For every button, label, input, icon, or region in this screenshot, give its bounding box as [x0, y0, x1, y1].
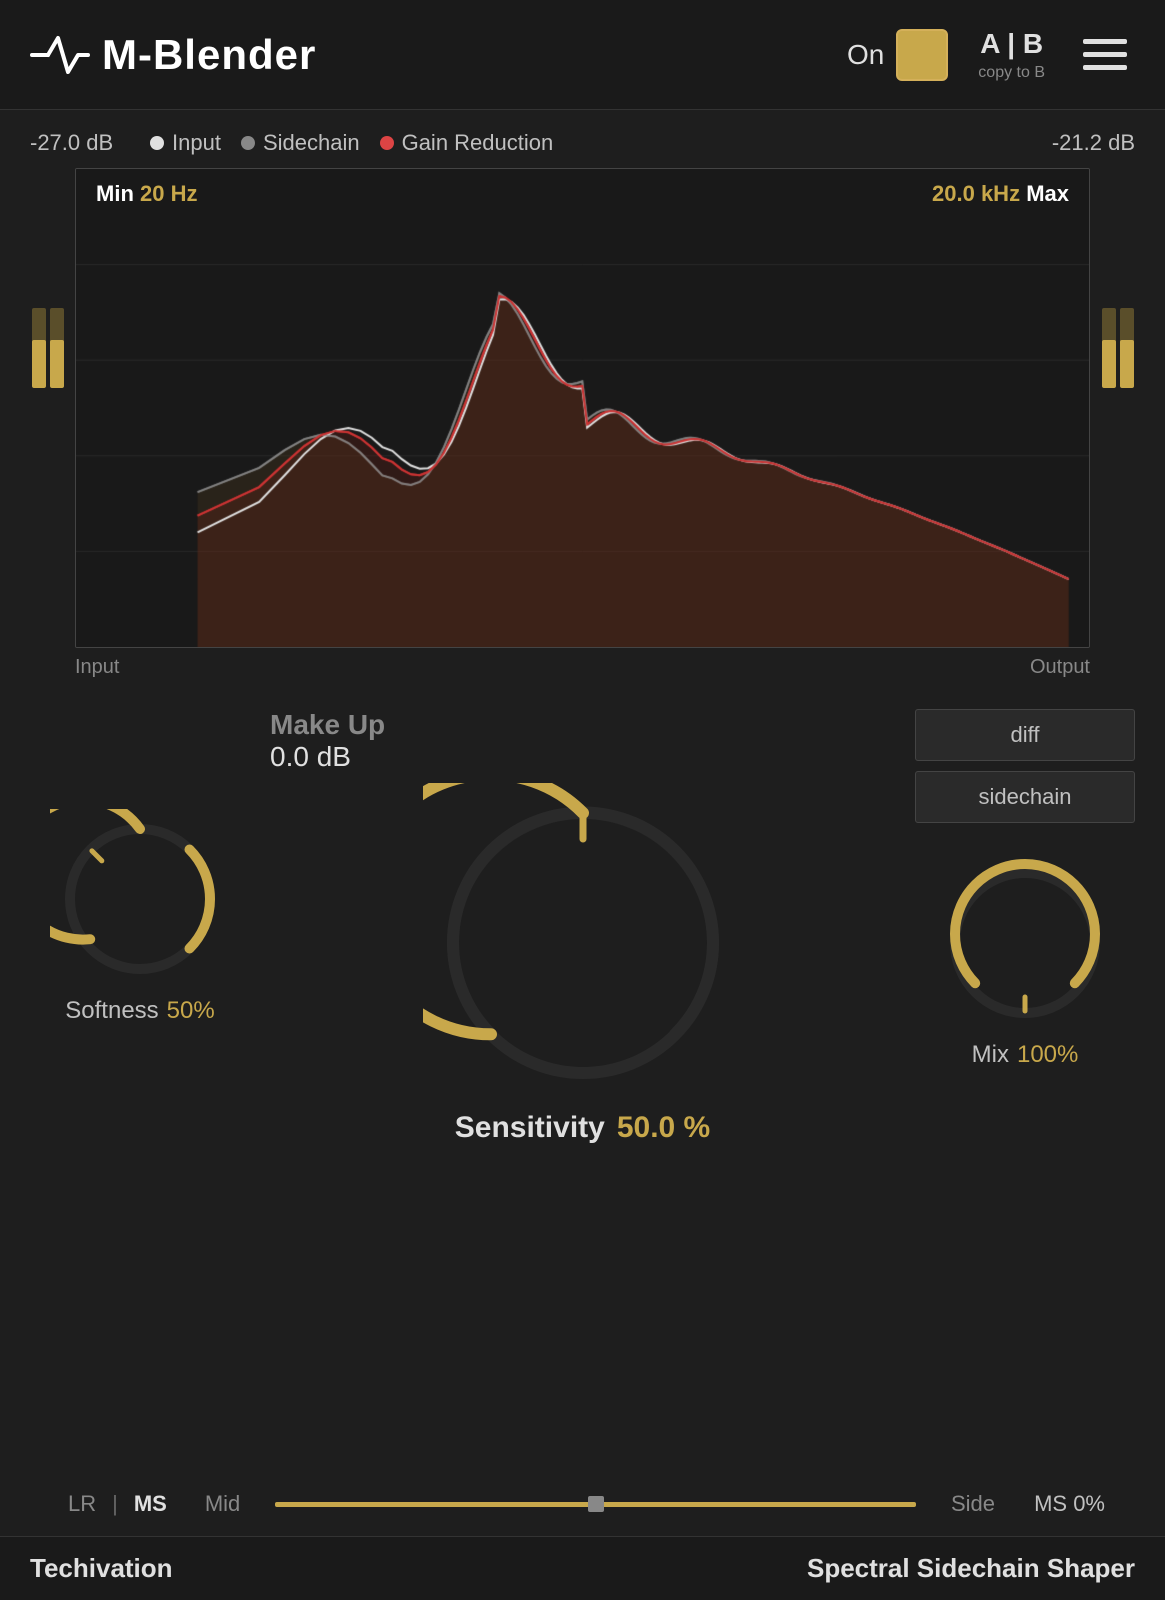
header: M-Blender On A | B copy to B [0, 0, 1165, 110]
ms-slider-thumb[interactable] [588, 1496, 604, 1512]
mid-label: Mid [205, 1491, 240, 1517]
gain-reduction-dot [380, 136, 394, 150]
vu-bar-r2 [1120, 308, 1134, 388]
input-vu-meter [30, 168, 65, 648]
sensitivity-label-row: Sensitivity 50.0 % [455, 1111, 710, 1145]
sidechain-label: Sidechain [263, 130, 360, 156]
ms-value: MS 0% [1025, 1491, 1105, 1517]
sensitivity-knob-container: Sensitivity 50.0 % [423, 783, 743, 1145]
app-title: M-Blender [102, 31, 316, 79]
gain-reduction-label: Gain Reduction [402, 130, 554, 156]
vu-pair-left [32, 308, 64, 508]
input-dot [150, 136, 164, 150]
softness-value: 50% [167, 997, 215, 1025]
plugin-container: M-Blender On A | B copy to B -27.0 dB [0, 0, 1165, 1600]
freq-max-val: 20.0 kHz [932, 181, 1020, 206]
footer: Techivation Spectral Sidechain Shaper [0, 1536, 1165, 1600]
diff-button[interactable]: diff [915, 709, 1135, 761]
input-label: Input [172, 130, 221, 156]
softness-knob-container: Softness 50% [50, 809, 230, 1025]
logo-icon [30, 30, 90, 80]
ab-section[interactable]: A | B copy to B [978, 28, 1045, 82]
footer-product: Spectral Sidechain Shaper [807, 1553, 1135, 1584]
freq-min-label: Min [96, 181, 134, 206]
header-logo: M-Blender [30, 30, 847, 80]
makeup-value: 0.0 dB [270, 741, 385, 773]
bottom-bar: LR | MS Mid Side MS 0% [30, 1472, 1135, 1536]
lr-ms-toggle[interactable]: LR | MS [60, 1487, 175, 1521]
mix-label-row: Mix 100% [972, 1041, 1079, 1069]
on-label: On [847, 39, 884, 71]
input-meter-label: Input [75, 656, 119, 679]
ms-label[interactable]: MS [126, 1487, 175, 1521]
sensitivity-value: 50.0 % [617, 1111, 710, 1145]
mix-value: 100% [1017, 1041, 1078, 1069]
vu-bar-r [50, 308, 64, 388]
makeup-label: Make Up [270, 709, 385, 741]
controls-section: Softness 50% Make Up 0.0 dB [0, 689, 1165, 1536]
menu-icon[interactable] [1075, 31, 1135, 78]
sidechain-button[interactable]: sidechain [915, 771, 1135, 823]
vu-pair-right [1102, 308, 1134, 508]
softness-label-row: Softness 50% [65, 997, 214, 1025]
right-buttons: diff sidechain [915, 709, 1135, 823]
spectrum-meter-labels: Input Output [30, 656, 1135, 679]
meter-labels: -27.0 dB Input Sidechain Gain Reduction … [30, 130, 1135, 156]
spectrum-canvas [76, 169, 1089, 647]
softness-knob[interactable] [50, 809, 230, 989]
freq-max-label: Max [1026, 181, 1069, 206]
sensitivity-label: Sensitivity [455, 1111, 605, 1145]
sidechain-meter-item: Sidechain [241, 130, 360, 156]
copy-to-b-label: copy to B [978, 64, 1045, 82]
input-db: -27.0 dB [30, 130, 130, 156]
input-meter-item: Input [150, 130, 221, 156]
vu-bar-r1 [1102, 308, 1116, 388]
right-control: diff sidechain Mix 100% [915, 709, 1135, 1069]
gain-reduction-db: -21.2 dB [1052, 130, 1135, 156]
mix-knob-container: Mix 100% [935, 853, 1115, 1069]
softness-control: Softness 50% [30, 709, 250, 1025]
freq-min-val: 20 Hz [140, 181, 197, 206]
main-controls: Softness 50% Make Up 0.0 dB [30, 709, 1135, 1472]
ms-slider[interactable] [275, 1489, 916, 1519]
spectrum-display[interactable]: Min 20 Hz 20.0 kHz Max [75, 168, 1090, 648]
vu-bar-l [32, 308, 46, 388]
gain-reduction-meter-item: Gain Reduction [380, 130, 554, 156]
lr-label[interactable]: LR [60, 1487, 104, 1521]
freq-labels: Min 20 Hz 20.0 kHz Max [76, 181, 1089, 207]
ab-label: A | B [980, 28, 1043, 60]
side-label: Side [951, 1491, 995, 1517]
sidechain-dot [241, 136, 255, 150]
on-toggle[interactable]: On [847, 29, 948, 81]
footer-brand: Techivation [30, 1553, 173, 1584]
output-meter-label: Output [1030, 656, 1090, 679]
makeup-info: Make Up 0.0 dB [270, 709, 385, 773]
spectrum-wrapper: Min 20 Hz 20.0 kHz Max [30, 168, 1135, 648]
toggle-box[interactable] [896, 29, 948, 81]
analyzer-section: -27.0 dB Input Sidechain Gain Reduction … [0, 110, 1165, 689]
sensitivity-knob[interactable] [423, 783, 743, 1103]
header-controls: On A | B copy to B [847, 28, 1135, 82]
mix-knob[interactable] [935, 853, 1115, 1033]
softness-label: Softness [65, 997, 158, 1025]
mix-label: Mix [972, 1041, 1009, 1069]
output-vu-meter [1100, 168, 1135, 648]
center-control: Make Up 0.0 dB Sensitivity [270, 709, 895, 1145]
ms-slider-track [275, 1502, 916, 1507]
